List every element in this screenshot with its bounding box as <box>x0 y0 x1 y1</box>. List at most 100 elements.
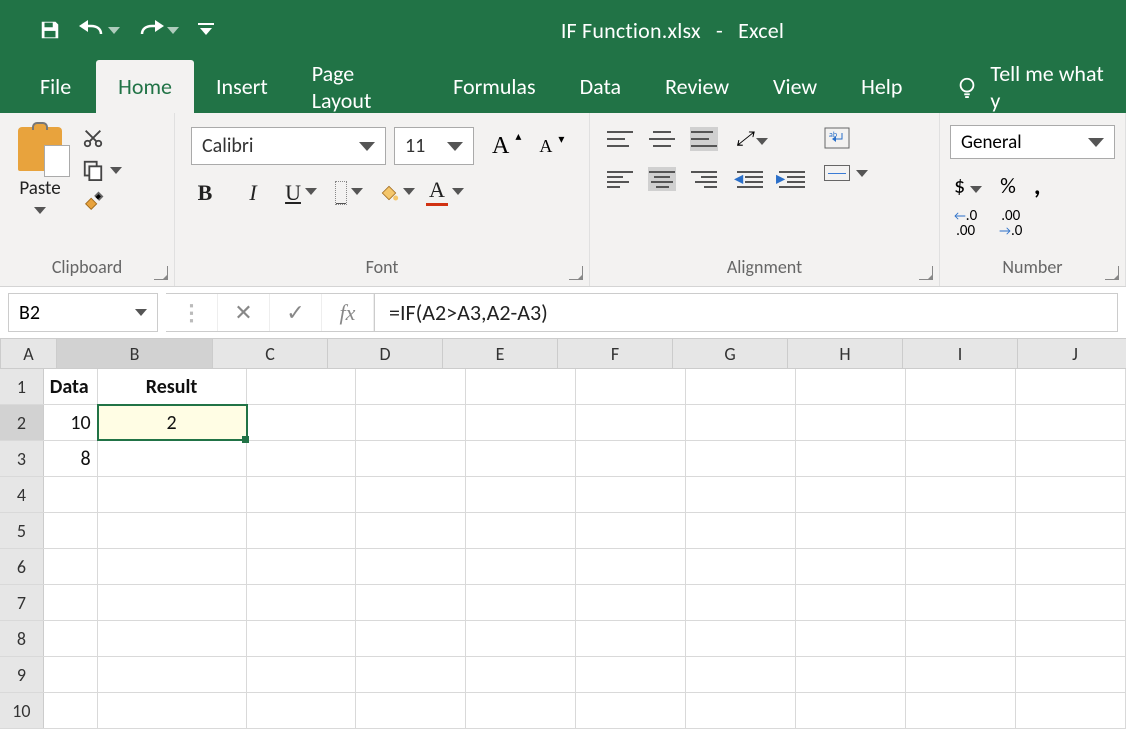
cell-E6[interactable] <box>466 549 576 584</box>
increase-font-button[interactable]: A▴ <box>492 133 509 160</box>
column-header-C[interactable]: C <box>213 339 328 368</box>
cell-C5[interactable] <box>247 513 357 548</box>
cell-E5[interactable] <box>466 513 576 548</box>
cell-J2[interactable] <box>1016 405 1126 440</box>
cell-H4[interactable] <box>796 477 906 512</box>
cell-E10[interactable] <box>466 693 576 728</box>
cell-H5[interactable] <box>796 513 906 548</box>
cell-A7[interactable] <box>44 585 98 620</box>
save-icon[interactable] <box>35 15 65 45</box>
cell-E8[interactable] <box>466 621 576 656</box>
tab-review[interactable]: Review <box>643 60 751 113</box>
paste-button[interactable]: Paste <box>10 123 70 217</box>
column-header-J[interactable]: J <box>1018 339 1126 368</box>
cell-A6[interactable] <box>44 549 98 584</box>
percent-button[interactable]: % <box>1000 172 1016 199</box>
tab-page-layout[interactable]: Page Layout <box>290 60 431 113</box>
column-header-B[interactable]: B <box>57 339 213 368</box>
formula-input[interactable]: =IF(A2>A3,A2-A3) <box>375 293 1118 332</box>
cell-A9[interactable] <box>44 657 98 692</box>
cancel-formula-button[interactable]: ✕ <box>218 294 270 331</box>
cell-C6[interactable] <box>247 549 357 584</box>
select-all-corner[interactable] <box>0 339 1 368</box>
fill-color-button[interactable] <box>383 183 411 203</box>
cell-E1[interactable] <box>466 369 576 404</box>
column-header-A[interactable]: A <box>1 339 57 368</box>
tab-home[interactable]: Home <box>96 60 194 113</box>
cell-E2[interactable] <box>466 405 576 440</box>
cell-I9[interactable] <box>906 657 1016 692</box>
cell-B7[interactable] <box>98 585 247 620</box>
row-header-10[interactable]: 10 <box>0 693 44 728</box>
cell-H8[interactable] <box>796 621 906 656</box>
cell-C2[interactable] <box>247 405 357 440</box>
name-box[interactable]: B2 <box>8 293 158 332</box>
cell-G1[interactable] <box>686 369 796 404</box>
cell-I3[interactable] <box>906 441 1016 476</box>
cell-G8[interactable] <box>686 621 796 656</box>
cell-J8[interactable] <box>1016 621 1126 656</box>
cell-B9[interactable] <box>98 657 247 692</box>
align-left-button[interactable] <box>606 167 634 191</box>
increase-indent-button[interactable]: ▶ <box>778 167 806 191</box>
row-header-7[interactable]: 7 <box>0 585 44 620</box>
increase-decimal-button[interactable]: ←.0.00 <box>954 209 977 239</box>
cell-J10[interactable] <box>1016 693 1126 728</box>
redo-icon[interactable] <box>134 16 183 44</box>
column-header-E[interactable]: E <box>443 339 558 368</box>
cell-F10[interactable] <box>576 693 686 728</box>
tab-data[interactable]: Data <box>558 60 644 113</box>
cell-A4[interactable] <box>44 477 98 512</box>
cell-F5[interactable] <box>576 513 686 548</box>
cell-J3[interactable] <box>1016 441 1126 476</box>
cut-button[interactable] <box>82 127 122 149</box>
decrease-decimal-button[interactable]: .00→.0 <box>999 209 1022 239</box>
cell-B4[interactable] <box>98 477 247 512</box>
cell-G10[interactable] <box>686 693 796 728</box>
decrease-indent-button[interactable]: ◀ <box>736 167 764 191</box>
font-color-button[interactable]: A <box>431 179 459 206</box>
row-header-4[interactable]: 4 <box>0 477 44 512</box>
spreadsheet-grid[interactable]: ABCDEFGHIJ 1DataResult21023845678910 <box>0 339 1126 729</box>
cell-H10[interactable] <box>796 693 906 728</box>
cell-I1[interactable] <box>906 369 1016 404</box>
cell-C1[interactable] <box>247 369 357 404</box>
cell-H7[interactable] <box>796 585 906 620</box>
comma-button[interactable]: , <box>1034 169 1041 201</box>
cell-H1[interactable] <box>796 369 906 404</box>
cell-F3[interactable] <box>576 441 686 476</box>
cell-I6[interactable] <box>906 549 1016 584</box>
cell-H6[interactable] <box>796 549 906 584</box>
cell-B10[interactable] <box>98 693 247 728</box>
format-painter-button[interactable] <box>82 191 122 213</box>
merge-center-button[interactable] <box>824 165 868 181</box>
cell-A3[interactable]: 8 <box>44 441 98 476</box>
column-header-G[interactable]: G <box>673 339 788 368</box>
cell-D4[interactable] <box>356 477 466 512</box>
cell-A8[interactable] <box>44 621 98 656</box>
align-top-button[interactable] <box>606 127 634 151</box>
cell-D6[interactable] <box>356 549 466 584</box>
borders-button[interactable] <box>335 181 363 205</box>
cell-J4[interactable] <box>1016 477 1126 512</box>
cell-D1[interactable] <box>356 369 466 404</box>
paste-dropdown-icon[interactable] <box>10 204 70 217</box>
cell-G3[interactable] <box>686 441 796 476</box>
cell-H2[interactable] <box>796 405 906 440</box>
cell-D7[interactable] <box>356 585 466 620</box>
alignment-dialog-launcher[interactable] <box>919 266 933 280</box>
cell-H3[interactable] <box>796 441 906 476</box>
decrease-font-button[interactable]: A▾ <box>539 136 552 157</box>
row-header-6[interactable]: 6 <box>0 549 44 584</box>
cell-C10[interactable] <box>247 693 357 728</box>
cell-G5[interactable] <box>686 513 796 548</box>
row-header-9[interactable]: 9 <box>0 657 44 692</box>
align-middle-button[interactable] <box>648 127 676 151</box>
column-header-H[interactable]: H <box>788 339 903 368</box>
cell-G4[interactable] <box>686 477 796 512</box>
underline-button[interactable]: U <box>287 180 315 206</box>
font-name-select[interactable]: Calibri <box>191 127 386 165</box>
align-bottom-button[interactable] <box>690 127 718 151</box>
tab-formulas[interactable]: Formulas <box>431 60 557 113</box>
cell-C3[interactable] <box>247 441 357 476</box>
